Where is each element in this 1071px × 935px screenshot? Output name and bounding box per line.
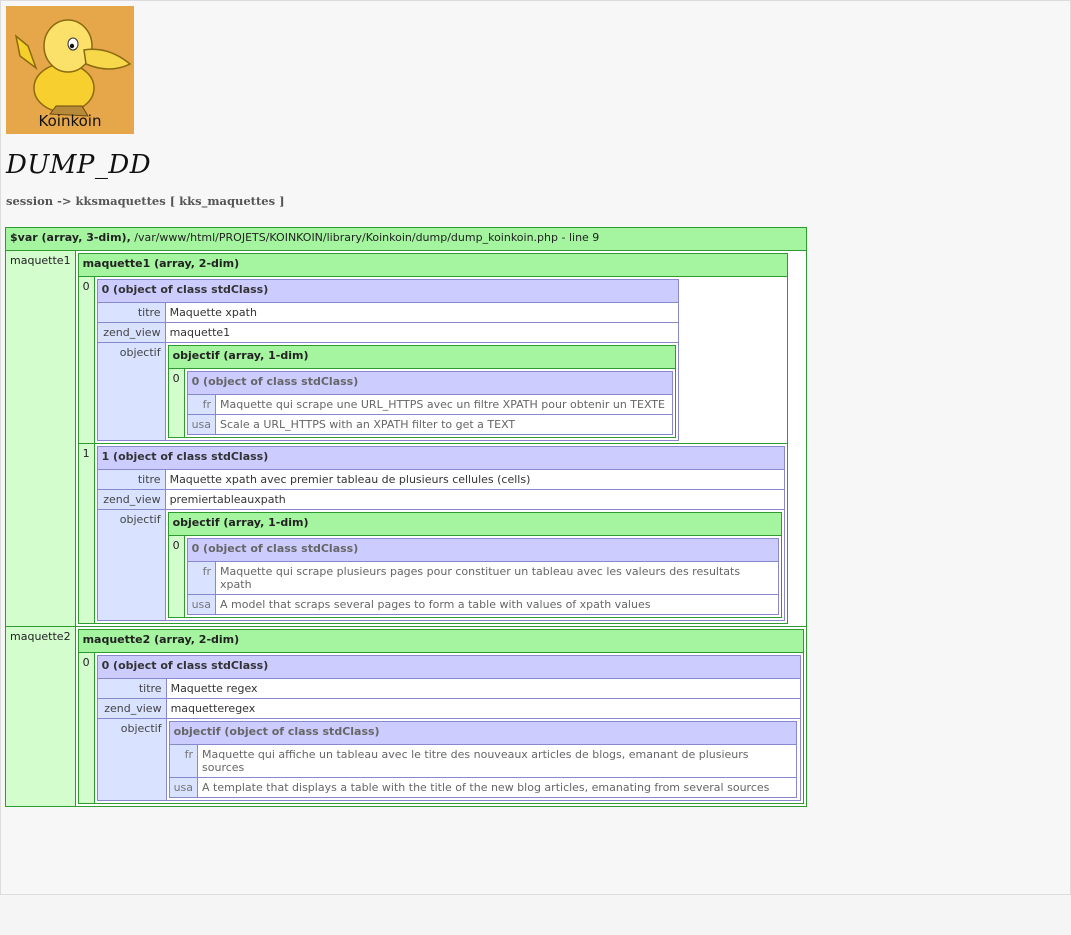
maquette2-table: maquette2 (array, 2-dim) 0 0 (object of … [77, 629, 804, 804]
key-titre[interactable]: titre [97, 679, 166, 698]
key-objectif[interactable]: objectif [97, 510, 165, 620]
key-zend-view[interactable]: zend_view [97, 490, 165, 509]
object-table: 0 (object of class stdClass) titre Maque… [96, 279, 679, 441]
value-usa: Scale a URL_HTTPS with an XPATH filter t… [216, 415, 672, 434]
key-zend-view[interactable]: zend_view [97, 323, 165, 342]
value-objectif: objectif (object of class stdClass) fr M… [166, 719, 800, 800]
var-dump-table: $var (array, 3-dim), /var/www/html/PROJE… [5, 227, 807, 807]
objectif-header[interactable]: objectif (object of class stdClass) [169, 722, 796, 744]
var-dump-type: $var (array, 3-dim), [10, 231, 131, 244]
object-table: 1 (object of class stdClass) titre Maque… [96, 446, 785, 621]
key-objectif[interactable]: objectif [97, 343, 165, 440]
value-objectif: objectif (array, 1-dim) 0 0 (object of c… [165, 510, 784, 620]
value-titre: Maquette xpath [165, 303, 678, 322]
object-table: 0 (object of class stdClass) titre Maque… [96, 655, 801, 801]
inner-object-table: 0 (object of class stdClass) fr Maquette… [186, 538, 779, 615]
value-titre: Maquette xpath avec premier tableau de p… [165, 470, 784, 489]
maquette2-header[interactable]: maquette2 (array, 2-dim) [78, 630, 803, 652]
inner-object-header[interactable]: 0 (object of class stdClass) [187, 539, 778, 561]
value-maquette2: maquette2 (array, 2-dim) 0 0 (object of … [75, 627, 806, 806]
objectif-header[interactable]: objectif (array, 1-dim) [168, 513, 781, 535]
objectif-header[interactable]: objectif (array, 1-dim) [168, 346, 675, 368]
key-index[interactable]: 0 [78, 277, 94, 443]
objectif-table: objectif (array, 1-dim) 0 0 (object of c… [167, 512, 782, 618]
var-dump-header[interactable]: $var (array, 3-dim), /var/www/html/PROJE… [6, 228, 806, 250]
value-item-0: 0 (object of class stdClass) titre Maque… [94, 277, 787, 443]
object-header[interactable]: 1 (object of class stdClass) [97, 447, 784, 469]
value-usa: A template that displays a table with th… [198, 778, 796, 797]
objectif-table: objectif (array, 1-dim) 0 0 (object of c… [167, 345, 676, 438]
key-usa[interactable]: usa [169, 778, 198, 797]
key-zend-view[interactable]: zend_view [97, 699, 166, 718]
value-fr: Maquette qui scrape une URL_HTTPS avec u… [216, 395, 672, 414]
objectif-object-table: objectif (object of class stdClass) fr M… [168, 721, 797, 798]
key-maquette1[interactable]: maquette1 [6, 251, 75, 626]
key-usa[interactable]: usa [187, 595, 216, 614]
page-title: DUMP_DD [6, 150, 152, 180]
key-objectif[interactable]: objectif [97, 719, 166, 800]
var-dump-path: /var/www/html/PROJETS/KOINKOIN/library/K… [130, 231, 600, 244]
value-item-0: 0 (object of class stdClass) titre Maque… [94, 653, 803, 803]
value-inner: 0 (object of class stdClass) fr Maquette… [184, 369, 675, 437]
value-maquette1: maquette1 (array, 2-dim) 0 0 (object of … [75, 251, 806, 626]
key-titre[interactable]: titre [97, 470, 165, 489]
value-objectif: objectif (array, 1-dim) 0 0 (object of c… [165, 343, 678, 440]
value-zend-view: maquette1 [165, 323, 678, 342]
key-index[interactable]: 0 [78, 653, 94, 803]
key-index[interactable]: 0 [168, 369, 184, 437]
inner-object-table: 0 (object of class stdClass) fr Maquette… [186, 371, 673, 435]
maquette1-header[interactable]: maquette1 (array, 2-dim) [78, 254, 787, 276]
value-fr: Maquette qui scrape plusieurs pages pour… [216, 562, 778, 594]
key-fr[interactable]: fr [169, 745, 198, 777]
value-titre: Maquette regex [166, 679, 800, 698]
value-item-1: 1 (object of class stdClass) titre Maque… [94, 444, 787, 623]
value-zend-view: premiertableauxpath [165, 490, 784, 509]
session-breadcrumb: session -> kksmaquettes [ kks_maquettes … [6, 194, 285, 208]
key-usa[interactable]: usa [187, 415, 216, 434]
key-fr[interactable]: fr [187, 562, 216, 594]
key-index[interactable]: 0 [168, 536, 184, 617]
value-inner: 0 (object of class stdClass) fr Maquette… [184, 536, 781, 617]
value-zend-view: maquetteregex [166, 699, 800, 718]
key-index[interactable]: 1 [78, 444, 94, 623]
inner-object-header[interactable]: 0 (object of class stdClass) [187, 372, 672, 394]
koinkoin-logo: Koinkoin [6, 6, 134, 134]
maquette1-table: maquette1 (array, 2-dim) 0 0 (object of … [77, 253, 788, 624]
object-header[interactable]: 0 (object of class stdClass) [97, 656, 800, 678]
logo-text: Koinkoin [38, 112, 102, 130]
value-fr: Maquette qui affiche un tableau avec le … [198, 745, 796, 777]
object-header[interactable]: 0 (object of class stdClass) [97, 280, 678, 302]
key-titre[interactable]: titre [97, 303, 165, 322]
key-fr[interactable]: fr [187, 395, 216, 414]
key-maquette2[interactable]: maquette2 [6, 627, 75, 806]
value-usa: A model that scraps several pages to for… [216, 595, 778, 614]
